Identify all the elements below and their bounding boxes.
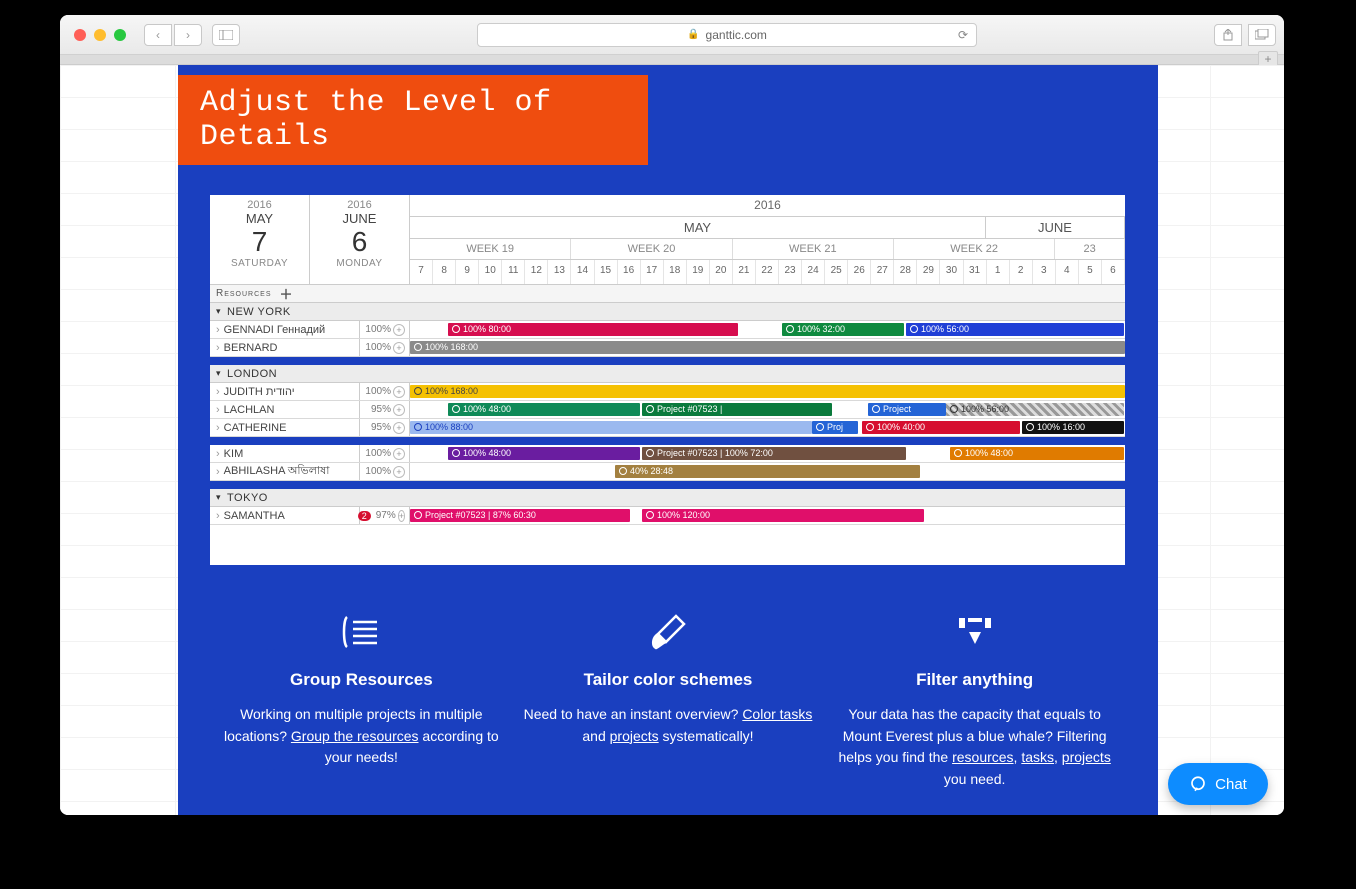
task-bar[interactable]: 100% 88:00 bbox=[410, 421, 812, 434]
tab-strip: + bbox=[60, 55, 1284, 65]
timeline-header: 2016 MAY JUNE WEEK 19WEEK 20WEEK 21WEEK … bbox=[410, 195, 1125, 284]
page-title: Adjust the Level of Details bbox=[200, 86, 648, 154]
tabs-button[interactable] bbox=[1248, 24, 1276, 46]
link-color-projects[interactable]: projects bbox=[610, 728, 659, 744]
brush-icon bbox=[523, 610, 813, 654]
feature-filter: Filter anything Your data has the capaci… bbox=[830, 610, 1120, 791]
chevron-down-icon: ▾ bbox=[216, 492, 221, 503]
chat-button[interactable]: Chat bbox=[1168, 763, 1268, 805]
minimize-icon[interactable] bbox=[94, 29, 106, 41]
lock-icon: 🔒 bbox=[687, 29, 699, 40]
chevron-down-icon: ▾ bbox=[216, 368, 221, 379]
page-content: Adjust the Level of Details 2016 MAY 7 S… bbox=[178, 65, 1158, 815]
address-bar[interactable]: 🔒 ganttic.com ⟳ bbox=[477, 23, 977, 47]
current-date-cell: 2016 MAY 7 SATURDAY bbox=[210, 195, 310, 284]
share-button[interactable] bbox=[1214, 24, 1242, 46]
link-group-resources[interactable]: Group the resources bbox=[291, 728, 419, 744]
group-header[interactable]: ▾LONDON bbox=[210, 365, 1125, 383]
due-date-cell: 2016 JUNE 6 MONDAY bbox=[310, 195, 410, 284]
task-bar[interactable]: 100% 16:00 bbox=[1022, 421, 1124, 434]
resource-row[interactable]: ›JUDITH יהודית100% +100% 168:00 bbox=[210, 383, 1125, 401]
feature-row: Group Resources Working on multiple proj… bbox=[208, 610, 1128, 791]
task-bar[interactable]: 100% 48:00 bbox=[448, 403, 640, 416]
forward-button[interactable]: › bbox=[174, 24, 202, 46]
task-bar[interactable]: Project #07523 | bbox=[642, 403, 832, 416]
section-banner: Adjust the Level of Details bbox=[178, 75, 648, 165]
task-bar[interactable]: 100% 40:00 bbox=[862, 421, 1020, 434]
gantt-screenshot: 2016 MAY 7 SATURDAY 2016 JUNE 6 MONDAY bbox=[210, 195, 1125, 565]
resources-header: Resources ＋ bbox=[210, 285, 1125, 303]
task-bar[interactable]: 100% 168:00 bbox=[410, 385, 1125, 398]
window-controls bbox=[60, 29, 126, 41]
safari-window: ‹ › 🔒 ganttic.com ⟳ bbox=[60, 15, 1284, 815]
task-bar[interactable]: Project #07523 | 87% 60:30 bbox=[410, 509, 630, 522]
task-bar[interactable]: 100% 56:00 bbox=[946, 403, 1124, 416]
resource-row[interactable]: ›BERNARD100% +100% 168:00 bbox=[210, 339, 1125, 357]
task-bar[interactable]: 100% 80:00 bbox=[448, 323, 738, 336]
sidebar-button[interactable] bbox=[212, 24, 240, 46]
task-bar[interactable]: 100% 56:00 bbox=[906, 323, 1124, 336]
link-filter-tasks[interactable]: tasks bbox=[1021, 749, 1054, 765]
feature-color-schemes: Tailor color schemes Need to have an ins… bbox=[523, 610, 813, 791]
task-bar[interactable]: 100% 168:00 bbox=[410, 341, 1125, 354]
close-icon[interactable] bbox=[74, 29, 86, 41]
group-icon bbox=[216, 610, 506, 654]
url-text: ganttic.com bbox=[706, 28, 767, 42]
task-bar[interactable]: 100% 120:00 bbox=[642, 509, 924, 522]
resource-row[interactable]: ›ABHILASHA অভিলাষা100% +40% 28:48 bbox=[210, 463, 1125, 481]
feature-group-resources: Group Resources Working on multiple proj… bbox=[216, 610, 506, 791]
task-bar[interactable]: Project bbox=[868, 403, 946, 416]
maximize-icon[interactable] bbox=[114, 29, 126, 41]
task-bar[interactable]: 100% 32:00 bbox=[782, 323, 904, 336]
link-filter-projects[interactable]: projects bbox=[1062, 749, 1111, 765]
link-color-tasks[interactable]: Color tasks bbox=[742, 706, 812, 722]
nav-buttons: ‹ › bbox=[144, 24, 202, 46]
add-resource-icon[interactable]: ＋ bbox=[280, 284, 294, 303]
reload-icon[interactable]: ⟳ bbox=[958, 28, 968, 42]
chevron-down-icon: ▾ bbox=[216, 306, 221, 317]
task-bar[interactable]: 100% 48:00 bbox=[448, 447, 640, 460]
resource-row[interactable]: ›GENNADI Геннадий100% +100% 80:00100% 32… bbox=[210, 321, 1125, 339]
task-bar[interactable]: 100% 48:00 bbox=[950, 447, 1124, 460]
back-button[interactable]: ‹ bbox=[144, 24, 172, 46]
filter-icon bbox=[830, 610, 1120, 654]
task-bar[interactable]: Proj bbox=[812, 421, 858, 434]
task-bar[interactable]: Project #07523 | 100% 72:00 bbox=[642, 447, 906, 460]
macos-titlebar: ‹ › 🔒 ganttic.com ⟳ bbox=[60, 15, 1284, 55]
resource-row[interactable]: ›CATHERINE95% +100% 88:00Proj100% 40:001… bbox=[210, 419, 1125, 437]
group-header[interactable]: ▾NEW YORK bbox=[210, 303, 1125, 321]
task-bar[interactable]: 40% 28:48 bbox=[615, 465, 920, 478]
link-filter-resources[interactable]: resources bbox=[952, 749, 1013, 765]
resource-row[interactable]: ›SAMANTHA297% +Project #07523 | 87% 60:3… bbox=[210, 507, 1125, 525]
group-header[interactable]: ▾TOKYO bbox=[210, 489, 1125, 507]
resource-row[interactable]: ›KIM100% +100% 48:00Project #07523 | 100… bbox=[210, 445, 1125, 463]
resource-row[interactable]: ›LACHLAN95% +100% 48:00Project #07523 |P… bbox=[210, 401, 1125, 419]
